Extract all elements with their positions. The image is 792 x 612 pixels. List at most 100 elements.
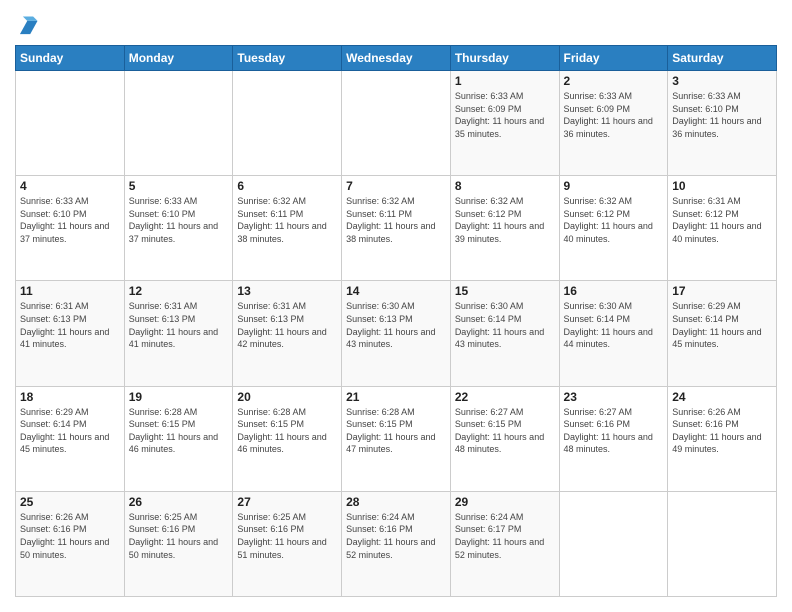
- day-info: Sunrise: 6:33 AM Sunset: 6:10 PM Dayligh…: [672, 90, 772, 140]
- day-info: Sunrise: 6:33 AM Sunset: 6:10 PM Dayligh…: [20, 195, 120, 245]
- calendar-day-cell: [16, 71, 125, 176]
- day-info: Sunrise: 6:30 AM Sunset: 6:14 PM Dayligh…: [564, 300, 664, 350]
- calendar-day-cell: 14 Sunrise: 6:30 AM Sunset: 6:13 PM Dayli…: [342, 281, 451, 386]
- day-number: 9: [564, 179, 664, 193]
- calendar-day-cell: 22Sunrise: 6:27 AM Sunset: 6:15 PM Dayli…: [450, 386, 559, 491]
- day-number: 19: [129, 390, 229, 404]
- day-info: Sunrise: 6:30 AM Sunset: 6:14 PM Dayligh…: [455, 300, 555, 350]
- calendar-day-cell: [124, 71, 233, 176]
- day-info: Sunrise: 6:28 AM Sunset: 6:15 PM Dayligh…: [129, 406, 229, 456]
- calendar-day-cell: 12 Sunrise: 6:31 AM Sunset: 6:13 PM Dayli…: [124, 281, 233, 386]
- day-info: Sunrise: 6:25 AM Sunset: 6:16 PM Dayligh…: [237, 511, 337, 561]
- day-info: Sunrise: 6:24 AM Sunset: 6:16 PM Dayligh…: [346, 511, 446, 561]
- calendar-day-cell: 3 Sunrise: 6:33 AM Sunset: 6:10 PM Daylig…: [668, 71, 777, 176]
- day-info: Sunrise: 6:31 AM Sunset: 6:13 PM Dayligh…: [20, 300, 120, 350]
- day-info: Sunrise: 6:31 AM Sunset: 6:13 PM Dayligh…: [237, 300, 337, 350]
- day-number: 27: [237, 495, 337, 509]
- calendar-day-cell: 25 Sunrise: 6:26 AM Sunset: 6:16 PM Dayli…: [16, 491, 125, 596]
- calendar-day-cell: 4 Sunrise: 6:33 AM Sunset: 6:10 PM Daylig…: [16, 176, 125, 281]
- calendar-header-thursday: Thursday: [450, 46, 559, 71]
- day-number: 17: [672, 284, 772, 298]
- day-info: Sunrise: 6:26 AM Sunset: 6:16 PM Dayligh…: [20, 511, 120, 561]
- day-info: Sunrise: 6:29 AM Sunset: 6:14 PM Dayligh…: [20, 406, 120, 456]
- calendar-day-cell: 6Sunrise: 6:32 AM Sunset: 6:11 PM Daylig…: [233, 176, 342, 281]
- day-info: Sunrise: 6:33 AM Sunset: 6:10 PM Dayligh…: [129, 195, 229, 245]
- calendar-day-cell: [559, 491, 668, 596]
- calendar-header-monday: Monday: [124, 46, 233, 71]
- calendar-day-cell: 26 Sunrise: 6:25 AM Sunset: 6:16 PM Dayli…: [124, 491, 233, 596]
- day-number: 6: [237, 179, 337, 193]
- calendar-day-cell: 8 Sunrise: 6:32 AM Sunset: 6:12 PM Daylig…: [450, 176, 559, 281]
- calendar-week-row: 1 Sunrise: 6:33 AM Sunset: 6:09 PM Daylig…: [16, 71, 777, 176]
- day-info: Sunrise: 6:28 AM Sunset: 6:15 PM Dayligh…: [237, 406, 337, 456]
- calendar-header-tuesday: Tuesday: [233, 46, 342, 71]
- day-info: Sunrise: 6:31 AM Sunset: 6:13 PM Dayligh…: [129, 300, 229, 350]
- calendar-header-sunday: Sunday: [16, 46, 125, 71]
- calendar-week-row: 4 Sunrise: 6:33 AM Sunset: 6:10 PM Daylig…: [16, 176, 777, 281]
- day-number: 4: [20, 179, 120, 193]
- day-number: 2: [564, 74, 664, 88]
- calendar-table: SundayMondayTuesdayWednesdayThursdayFrid…: [15, 45, 777, 597]
- day-number: 15: [455, 284, 555, 298]
- calendar-day-cell: 5 Sunrise: 6:33 AM Sunset: 6:10 PM Daylig…: [124, 176, 233, 281]
- day-info: Sunrise: 6:30 AM Sunset: 6:13 PM Dayligh…: [346, 300, 446, 350]
- day-info: Sunrise: 6:31 AM Sunset: 6:12 PM Dayligh…: [672, 195, 772, 245]
- calendar-day-cell: 16 Sunrise: 6:30 AM Sunset: 6:14 PM Dayli…: [559, 281, 668, 386]
- logo-icon: [17, 15, 39, 37]
- calendar-day-cell: 19 Sunrise: 6:28 AM Sunset: 6:15 PM Dayli…: [124, 386, 233, 491]
- day-number: 10: [672, 179, 772, 193]
- day-info: Sunrise: 6:33 AM Sunset: 6:09 PM Dayligh…: [564, 90, 664, 140]
- day-info: Sunrise: 6:27 AM Sunset: 6:16 PM Dayligh…: [564, 406, 664, 456]
- day-info: Sunrise: 6:25 AM Sunset: 6:16 PM Dayligh…: [129, 511, 229, 561]
- calendar-day-cell: 24 Sunrise: 6:26 AM Sunset: 6:16 PM Dayli…: [668, 386, 777, 491]
- day-info: Sunrise: 6:33 AM Sunset: 6:09 PM Dayligh…: [455, 90, 555, 140]
- day-info: Sunrise: 6:28 AM Sunset: 6:15 PM Dayligh…: [346, 406, 446, 456]
- logo: [15, 15, 39, 37]
- day-number: 11: [20, 284, 120, 298]
- day-number: 24: [672, 390, 772, 404]
- calendar-week-row: 25 Sunrise: 6:26 AM Sunset: 6:16 PM Dayli…: [16, 491, 777, 596]
- day-number: 14: [346, 284, 446, 298]
- calendar-day-cell: 17 Sunrise: 6:29 AM Sunset: 6:14 PM Dayli…: [668, 281, 777, 386]
- calendar-day-cell: 7 Sunrise: 6:32 AM Sunset: 6:11 PM Daylig…: [342, 176, 451, 281]
- day-number: 25: [20, 495, 120, 509]
- calendar-day-cell: 27 Sunrise: 6:25 AM Sunset: 6:16 PM Dayli…: [233, 491, 342, 596]
- day-number: 26: [129, 495, 229, 509]
- day-number: 13: [237, 284, 337, 298]
- calendar-day-cell: 18 Sunrise: 6:29 AM Sunset: 6:14 PM Dayli…: [16, 386, 125, 491]
- day-info: Sunrise: 6:27 AM Sunset: 6:15 PM Dayligh…: [455, 406, 555, 456]
- day-number: 28: [346, 495, 446, 509]
- day-number: 16: [564, 284, 664, 298]
- calendar-day-cell: [342, 71, 451, 176]
- page-header: [15, 15, 777, 37]
- day-number: 3: [672, 74, 772, 88]
- day-number: 1: [455, 74, 555, 88]
- day-number: 23: [564, 390, 664, 404]
- day-number: 21: [346, 390, 446, 404]
- calendar-day-cell: 21 Sunrise: 6:28 AM Sunset: 6:15 PM Dayli…: [342, 386, 451, 491]
- day-number: 20: [237, 390, 337, 404]
- day-number: 12: [129, 284, 229, 298]
- day-number: 5: [129, 179, 229, 193]
- day-info: Sunrise: 6:24 AM Sunset: 6:17 PM Dayligh…: [455, 511, 555, 561]
- calendar-week-row: 11 Sunrise: 6:31 AM Sunset: 6:13 PM Dayli…: [16, 281, 777, 386]
- calendar-day-cell: 23 Sunrise: 6:27 AM Sunset: 6:16 PM Dayli…: [559, 386, 668, 491]
- calendar-day-cell: [233, 71, 342, 176]
- day-number: 8: [455, 179, 555, 193]
- day-number: 18: [20, 390, 120, 404]
- calendar-day-cell: 13 Sunrise: 6:31 AM Sunset: 6:13 PM Dayli…: [233, 281, 342, 386]
- day-info: Sunrise: 6:29 AM Sunset: 6:14 PM Dayligh…: [672, 300, 772, 350]
- day-number: 7: [346, 179, 446, 193]
- day-info: Sunrise: 6:32 AM Sunset: 6:12 PM Dayligh…: [455, 195, 555, 245]
- calendar-day-cell: 20 Sunrise: 6:28 AM Sunset: 6:15 PM Dayli…: [233, 386, 342, 491]
- day-info: Sunrise: 6:32 AM Sunset: 6:11 PM Dayligh…: [346, 195, 446, 245]
- calendar-day-cell: 11 Sunrise: 6:31 AM Sunset: 6:13 PM Dayli…: [16, 281, 125, 386]
- calendar-header-row: SundayMondayTuesdayWednesdayThursdayFrid…: [16, 46, 777, 71]
- calendar-day-cell: 9Sunrise: 6:32 AM Sunset: 6:12 PM Daylig…: [559, 176, 668, 281]
- calendar-day-cell: [668, 491, 777, 596]
- calendar-header-friday: Friday: [559, 46, 668, 71]
- day-info: Sunrise: 6:26 AM Sunset: 6:16 PM Dayligh…: [672, 406, 772, 456]
- calendar-week-row: 18 Sunrise: 6:29 AM Sunset: 6:14 PM Dayli…: [16, 386, 777, 491]
- calendar-day-cell: 2 Sunrise: 6:33 AM Sunset: 6:09 PM Daylig…: [559, 71, 668, 176]
- calendar-day-cell: 28 Sunrise: 6:24 AM Sunset: 6:16 PM Dayli…: [342, 491, 451, 596]
